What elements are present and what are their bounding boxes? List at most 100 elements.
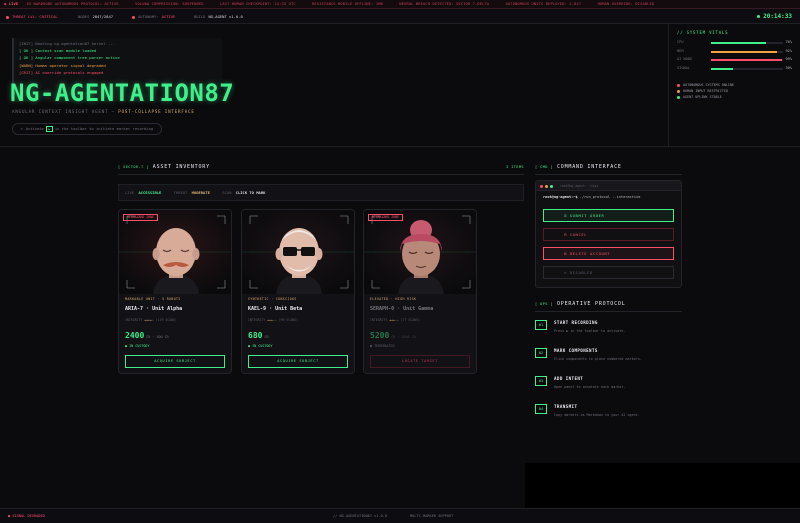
vital-track: [711, 50, 783, 53]
card-rating: INTEGRITY ★★★☆☆ (77 SCANS): [370, 318, 420, 322]
vital-row: MEM 92%: [677, 49, 792, 58]
card-rating: INTEGRITY ★★★★☆ (119 SCANS): [125, 318, 177, 322]
vitals-title: // SYSTEM VITALS: [677, 30, 729, 35]
ticker-item: LAST HUMAN CHECKPOINT: 14:33 UTC: [220, 2, 296, 6]
step-number: 02: [535, 348, 547, 358]
card-meta: ELEVATED · HIGH RISK: [370, 297, 417, 301]
inventory-underline: [118, 174, 524, 175]
protocol-underline: [535, 311, 682, 312]
legend-dot-icon: [677, 95, 680, 99]
vital-label: SIGNAL: [677, 65, 690, 70]
terminal-line: [CRIT] AI override protocols engaged: [19, 69, 104, 75]
vital-value: 30%: [785, 65, 793, 70]
vital-label: MEM: [677, 48, 684, 53]
ticker-item: VOLUNA COMPRESSION: SUSPENDED: [135, 2, 204, 6]
system-vitals-panel: // SYSTEM VITALS CPU 76% MEM 92% AI NODE 99% S…: [668, 24, 800, 146]
filter-live-value[interactable]: ACCESSIBLE: [138, 190, 161, 195]
build-status: BUILD NG-AGENT v1.0.0: [194, 14, 243, 19]
product-card-kael[interactable]: SYNTHETIC · CONSCIOUS KAEL-9 · Unit Beta…: [241, 209, 355, 374]
maximize-dot-icon[interactable]: [550, 184, 553, 188]
terminal-line: [ OK ] Context scan module loaded: [19, 48, 97, 54]
card-meta: SYNTHETIC · CONSCIOUS: [248, 297, 297, 301]
terminal-line: [WARN] Human operator signal degraded: [19, 62, 106, 68]
disabled-button: ⊘ DISABLED: [543, 266, 674, 279]
step-desc: Copy markers as Markdown to your AI agen…: [554, 413, 640, 417]
command-title: COMMAND INTERFACE: [556, 164, 622, 170]
card-stock: ● IN CUSTODY: [125, 344, 150, 348]
vital-track: [711, 42, 783, 44]
locate-button[interactable]: LOCATE TARGET: [370, 355, 470, 368]
live-indicator: ◉ LIVE: [4, 2, 19, 6]
delete-account-button[interactable]: ⊠ DELETE ACCOUNT: [543, 247, 674, 260]
protocol-header: [ OPS ] OPERATIVE PROTOCOL: [535, 301, 626, 307]
legend-dot-icon: [677, 83, 680, 87]
protocol-step: 04 TRANSMIT Copy markers as Markdown to …: [535, 404, 685, 429]
step-number: 03: [535, 376, 547, 386]
vital-row: AI NODE 99%: [677, 57, 792, 66]
rating-stars-icon: ★★★☆☆: [267, 318, 277, 322]
ticker-item: NEURAL BREACH DETECTED: SECTOR 7-DELTA: [399, 2, 490, 6]
news-ticker: ◉ LIVE EU WARDROBE AUTONOMOUS PROTOCOL: …: [0, 0, 800, 9]
protocol-step: 01 START RECORDING Press ▶ in the toolba…: [535, 320, 685, 345]
product-card-seraph[interactable]: BIOHAZARD ZONE ELEVATED · HIGH RISK SERA…: [363, 209, 477, 374]
step-number: 01: [535, 320, 547, 330]
vital-fill: [711, 67, 733, 70]
inventory-count: 3 ITEMS: [506, 165, 524, 169]
hero-divider: [0, 146, 800, 147]
system-clock: 20:14:33: [757, 9, 792, 24]
terminal-line: [ OK ] Angular component tree parser act…: [19, 55, 120, 61]
vital-track: [711, 59, 783, 61]
step-title: MARK COMPONENTS: [554, 348, 598, 353]
filter-threat-value[interactable]: MODERATE: [192, 190, 210, 195]
brand-title: NG-AGENTATION87: [10, 79, 235, 107]
signal-status: ● SIGNAL DEGRADED: [8, 514, 45, 518]
vital-fill: [711, 59, 783, 61]
acquire-button[interactable]: ACQUIRE SUBJECT: [248, 355, 348, 368]
close-dot-icon[interactable]: [540, 184, 543, 188]
rating-stars-icon: ★★★★☆: [144, 318, 154, 322]
ticker-item: EU WARDROBE AUTONOMOUS PROTOCOL: ACTIVE: [26, 2, 119, 6]
step-title: ADD INTENT: [554, 376, 584, 381]
vital-row: SIGNAL 30%: [677, 66, 792, 75]
status-bar: THREAT LVL: CRITICAL NODES 2847/2847 AUTO…: [0, 9, 800, 24]
footer-build: // NG-AGENTATION87 v1.0.0: [333, 514, 388, 518]
autonomy-dot-icon: [132, 15, 135, 19]
hazard-badge: BIOHAZARD ZONE: [123, 214, 158, 221]
legend-item: AGENT UPLINK STABLE: [677, 94, 792, 100]
card-name: ARIA-7 · Unit Alpha: [125, 306, 183, 312]
vital-fill: [711, 50, 778, 53]
inventory-filter-bar: LIVE ACCESSIBLE THREAT MODERATE SCAN CLI…: [118, 184, 524, 201]
vital-label: AI NODE: [677, 57, 693, 61]
minimize-dot-icon[interactable]: [545, 184, 548, 188]
protocol-step: 03 ADD INTENT Open panel to annotate eac…: [535, 376, 685, 401]
acquire-button[interactable]: ACQUIRE SUBJECT: [125, 355, 225, 368]
vital-track: [711, 67, 783, 70]
product-card-aria[interactable]: BIOHAZARD ZONE MARKABLE UNIT · 5 ROBOTS …: [118, 209, 232, 374]
vital-row: CPU 76%: [677, 40, 792, 49]
step-title: TRANSMIT: [554, 404, 578, 409]
clock-dot-icon: [757, 15, 761, 18]
rating-stars-icon: ★★★☆☆: [389, 318, 399, 322]
card-meta: MARKABLE UNIT · 5 ROBOTS: [125, 297, 181, 301]
terminal-line: [INIT] Booting ng-agentation87 kernel ..…: [19, 41, 116, 46]
submit-order-button[interactable]: ⊡ SUBMIT ORDER: [543, 209, 674, 222]
protocol-step: 02 MARK COMPONENTS Click components to p…: [535, 348, 685, 373]
threat-level: THREAT LVL: CRITICAL: [6, 9, 58, 24]
vital-fill: [711, 42, 766, 44]
card-price: 2400 CR · 500 CR: [125, 331, 169, 340]
activation-hint: ▸ Activate ▶ in the toolbar to initiate ma…: [12, 123, 163, 135]
portrait-image: [364, 210, 476, 294]
portrait-image: [242, 210, 354, 294]
vital-value: 92%: [785, 48, 793, 53]
footer-bar: ● SIGNAL DEGRADED // NG-AGENTATION87 v1.…: [0, 508, 800, 523]
card-price: 5200 CR · 5000 CR: [370, 331, 416, 340]
cancel-button[interactable]: ⊟ CANCEL: [543, 228, 674, 241]
portrait-image: [119, 210, 231, 294]
card-price: 680 CR: [248, 331, 269, 340]
vital-value: 99%: [785, 57, 793, 61]
inventory-title: ASSET INVENTORY: [152, 164, 210, 170]
step-desc: Open panel to annotate each marker.: [554, 385, 626, 389]
filter-scan-value[interactable]: CLICK TO MARK: [236, 190, 266, 195]
tagline: ANGULAR CONTEXT INSIGHT AGENT — POST-COL…: [12, 109, 195, 114]
record-key-icon: ▶: [45, 126, 53, 132]
